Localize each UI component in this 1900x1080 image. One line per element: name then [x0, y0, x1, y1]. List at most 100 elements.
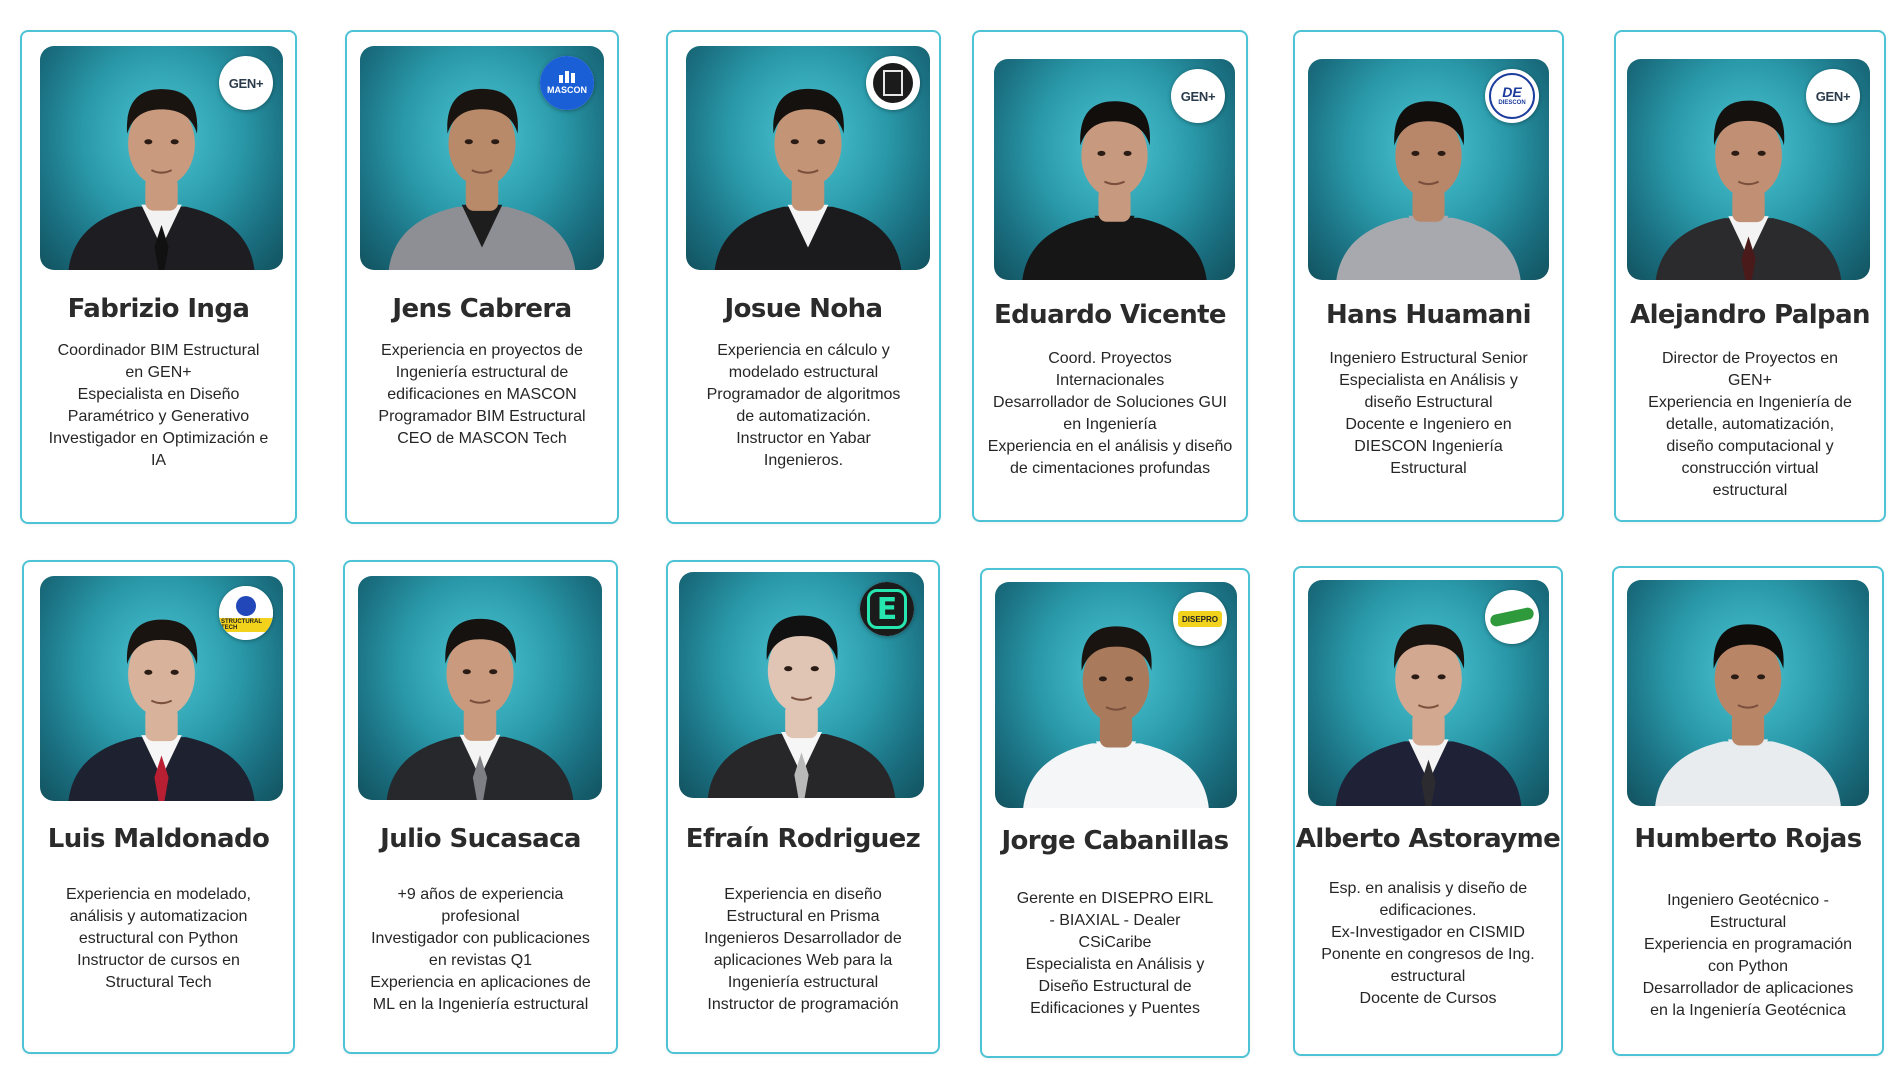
description-line: CEO de MASCON Tech: [397, 430, 567, 447]
description-line: detalle, automatización,: [1665, 416, 1835, 433]
description-line: análisis y automatizacion: [69, 908, 248, 925]
profile-photo: GEN+: [40, 46, 283, 270]
member-description: Experiencia en proyectos de Ingeniería es…: [359, 340, 605, 450]
profile-photo: GEN+: [1627, 59, 1870, 280]
description-line: Especialista en Diseño: [77, 386, 240, 403]
profile-photo: MASCON: [360, 46, 604, 270]
member-name: Josue Noha: [724, 294, 883, 324]
description-line: en GEN+: [125, 364, 192, 381]
e-hexagon-logo-icon: E: [860, 582, 914, 636]
profile-photo: DE DIESCON: [1308, 59, 1549, 280]
description-line: Desarrollador de aplicaciones: [1642, 980, 1854, 997]
description-line: estructural con Python: [78, 930, 239, 947]
description-line: Ingenieros.: [763, 452, 844, 469]
profile-photo: [1627, 580, 1869, 806]
member-description: Experiencia en diseño Estructural en Pris…: [680, 884, 926, 1016]
team-member-card: GEN+ Fabrizio Inga Coordinador BIM Estruct…: [20, 30, 297, 524]
description-line: edificaciones en MASCON: [387, 386, 577, 403]
description-line: Instructor en Yabar: [736, 430, 871, 447]
description-line: Programador de algoritmos: [706, 386, 901, 403]
yabar-logo-icon: [866, 56, 920, 110]
member-name: Humberto Rojas: [1634, 824, 1862, 854]
description-line: IA: [150, 452, 167, 469]
profile-photo: STRUCTURAL TECH: [40, 576, 283, 801]
member-name: Alejandro Palpan: [1630, 300, 1870, 330]
diescon-logo-icon: DE DIESCON: [1485, 69, 1539, 123]
description-line: en revistas Q1: [428, 952, 533, 969]
description-line: aplicaciones Web para la: [713, 952, 893, 969]
description-line: de automatización.: [736, 408, 871, 425]
description-line: Instructor de cursos en: [77, 952, 240, 969]
description-line: estructural: [1390, 968, 1466, 985]
member-description: Experiencia en cálculo y modelado estruct…: [680, 340, 927, 472]
description-line: ML en la Ingeniería estructural: [372, 996, 589, 1013]
description-line: GEN+: [1727, 372, 1772, 389]
member-description: Coordinador BIM Estructural en GEN+ Especi…: [34, 340, 283, 472]
member-name: Julio Sucasaca: [380, 824, 581, 854]
member-description: +9 años de experiencia profesional Investi…: [357, 884, 604, 1016]
profile-photo: DISEPRO: [995, 582, 1237, 808]
team-member-card: Josue Noha Experiencia en cálculo y modela…: [666, 30, 941, 524]
description-line: Estructural: [1390, 460, 1467, 477]
mascon-logo-icon: MASCON: [540, 56, 594, 110]
description-line: Investigador con publicaciones: [371, 930, 590, 947]
description-line: Ingeniero Estructural Senior: [1329, 350, 1528, 367]
description-line: Experiencia en aplicaciones de: [370, 974, 591, 991]
description-line: Ingeniería estructural: [727, 974, 879, 991]
description-line: Director de Proyectos en: [1661, 350, 1839, 367]
profile-photo: GEN+: [994, 59, 1235, 280]
member-description: Gerente en DISEPRO EIRL - BIAXIAL - Deale…: [994, 888, 1236, 1020]
description-line: Structural Tech: [105, 974, 212, 991]
description-line: Ingeniero Geotécnico -: [1667, 892, 1829, 909]
description-line: Especialista en Análisis y: [1025, 956, 1205, 973]
member-description: Director de Proyectos en GEN+ Experiencia …: [1628, 348, 1872, 502]
member-name: Hans Huamani: [1325, 300, 1532, 330]
team-member-card: DISEPRO Jorge Cabanillas Gerente en DISEPR…: [980, 568, 1250, 1058]
description-line: DIESCON Ingeniería: [1354, 438, 1503, 455]
team-member-card: Julio Sucasaca +9 años de experiencia prof…: [343, 560, 618, 1054]
description-line: Desarrollador de Soluciones GUI: [993, 394, 1227, 411]
profile-photo: E: [679, 572, 924, 798]
description-line: Experiencia en modelado,: [65, 886, 251, 903]
description-line: Ingenieros Desarrollador de: [704, 930, 902, 947]
disepro-logo-icon: DISEPRO: [1173, 592, 1227, 646]
team-member-card: DE DIESCON Hans Huamani Ingeniero Estructu…: [1293, 30, 1564, 522]
team-member-card: STRUCTURAL TECH Luis Maldonado Experiencia…: [22, 560, 295, 1054]
member-name: Alberto Astorayme: [1295, 824, 1561, 854]
member-name: Eduardo Vicente: [994, 300, 1227, 330]
description-line: diseño computacional y: [1666, 438, 1834, 455]
description-line: Estructural en Prisma: [726, 908, 880, 925]
gen-plus-logo-icon: GEN+: [1171, 69, 1225, 123]
description-line: Diseño Estructural de: [1038, 978, 1192, 995]
description-line: Docente de Cursos: [1359, 990, 1497, 1007]
description-line: Ex-Investigador en CISMID: [1331, 924, 1525, 941]
member-name: Jorge Cabanillas: [1001, 826, 1229, 856]
gen-plus-logo-icon: GEN+: [219, 56, 273, 110]
description-line: en Ingeniería: [1063, 416, 1157, 433]
team-member-card: E Efraín Rodriguez Experiencia en diseño Es…: [666, 560, 940, 1054]
member-description: Ingeniero Geotécnico - Estructural Experie…: [1626, 890, 1870, 1022]
description-line: Programador BIM Estructural: [378, 408, 586, 425]
member-description: Experiencia en modelado, análisis y autom…: [36, 884, 281, 994]
description-line: - BIAXIAL - Dealer: [1049, 912, 1181, 929]
description-line: CSiCaribe: [1078, 934, 1152, 951]
member-description: Ingeniero Estructural Senior Especialista…: [1307, 348, 1550, 480]
description-line: Experiencia en Ingeniería de: [1648, 394, 1852, 411]
description-line: modelado estructural: [728, 364, 879, 381]
description-line: Experiencia en proyectos de: [381, 342, 583, 359]
description-line: Esp. en analisis y diseño de: [1328, 880, 1528, 897]
description-line: Investigador en Optimización e: [48, 430, 269, 447]
description-line: con Python: [1707, 958, 1789, 975]
description-line: Docente e Ingeniero en: [1345, 416, 1512, 433]
description-line: Edificaciones y Puentes: [1030, 1000, 1200, 1017]
team-member-card: Humberto Rojas Ingeniero Geotécnico - Estr…: [1612, 566, 1884, 1056]
team-member-card: GEN+ Alejandro Palpan Director de Proyecto…: [1614, 30, 1886, 522]
description-line: construcción virtual: [1681, 460, 1819, 477]
team-member-card: GEN+ Eduardo Vicente Coord. Proyectos Inter…: [972, 30, 1248, 522]
gen-plus-logo-icon: GEN+: [1806, 69, 1860, 123]
description-line: Ponente en congresos de Ing.: [1321, 946, 1535, 963]
green-script-logo-icon: [1485, 590, 1539, 644]
description-line: Experiencia en cálculo y: [717, 342, 890, 359]
member-name: Luis Maldonado: [47, 824, 270, 854]
member-name: Fabrizio Inga: [67, 294, 250, 324]
